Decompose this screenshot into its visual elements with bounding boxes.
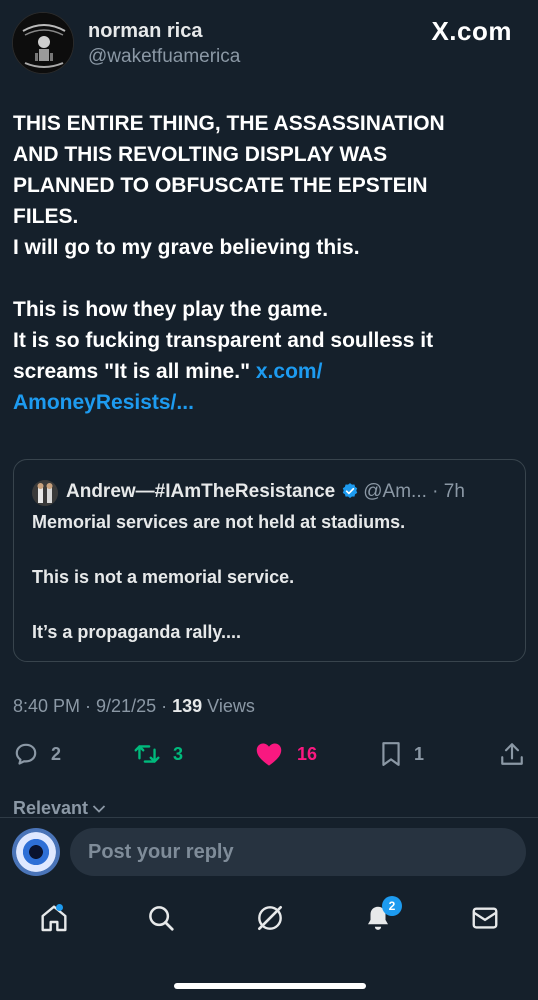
like-button[interactable]: 16 — [255, 736, 317, 772]
reply-button[interactable]: 2 — [13, 736, 61, 772]
nav-home[interactable] — [34, 900, 74, 940]
replies-sort-dropdown[interactable]: Relevant — [13, 798, 106, 819]
bookmark-button[interactable]: 1 — [380, 736, 424, 772]
unread-dot — [56, 904, 63, 911]
nav-notifications[interactable]: 2 — [358, 896, 402, 940]
author-name[interactable]: norman rica — [88, 20, 202, 43]
quoted-post[interactable]: Andrew—#IAmTheResistance @Am... · 7h Memo… — [13, 459, 526, 662]
divider — [0, 817, 538, 818]
post-line: THIS ENTIRE THING, THE ASSASSINATION — [13, 112, 445, 135]
sort-label: Relevant — [13, 798, 89, 818]
mail-icon — [470, 903, 500, 938]
nav-messages[interactable] — [465, 900, 505, 940]
repost-icon — [133, 741, 161, 767]
quoted-post-line: It’s a propaganda rally.... — [32, 622, 242, 642]
post-line: AND THIS REVOLTING DISPLAY WAS — [13, 143, 388, 166]
nav-grok[interactable] — [250, 900, 290, 940]
reply-count: 2 — [51, 743, 62, 764]
quoted-post-line: Memorial services are not held at stadiu… — [32, 512, 406, 532]
repost-count: 3 — [173, 743, 184, 764]
share-icon — [500, 741, 524, 767]
quoted-author-name[interactable]: Andrew—#IAmTheResistance — [66, 481, 335, 502]
heart-icon — [255, 741, 283, 767]
bottom-nav: 2 — [0, 890, 538, 950]
quoted-post-meta: @Am... · 7h — [363, 481, 465, 502]
reply-icon — [13, 741, 39, 767]
repost-button[interactable]: 3 — [133, 736, 183, 772]
home-indicator — [174, 983, 366, 989]
verified-badge-icon — [341, 482, 359, 506]
search-icon — [146, 903, 176, 938]
post-timestamp[interactable]: 8:40 PM · 9/21/25 · — [13, 696, 172, 716]
current-user-avatar[interactable] — [12, 828, 60, 876]
grok-icon — [254, 902, 286, 939]
post-line: This is how they play the game. — [13, 298, 329, 321]
post-line: PLANNED TO OBFUSCATE THE EPSTEIN — [13, 174, 428, 197]
post-line: I will go to my grave believing this. — [13, 236, 360, 259]
post-line: It is so fucking transparent and soulles… — [13, 329, 434, 352]
quoted-post-line: This is not a memorial service. — [32, 567, 295, 587]
x-logo: X.com — [431, 16, 512, 46]
nav-search[interactable] — [141, 900, 181, 940]
bookmark-count: 1 — [414, 743, 425, 764]
post-line: FILES. — [13, 205, 79, 228]
notifications-badge: 2 — [382, 896, 402, 916]
author-avatar[interactable] — [12, 12, 74, 74]
post-header: norman rica @waketfuamerica X.com — [0, 0, 538, 90]
home-icon — [38, 902, 70, 939]
post-timestamp-views: 8:40 PM · 9/21/25 · 139 Views — [13, 696, 255, 717]
author-handle[interactable]: @waketfuamerica — [88, 46, 240, 68]
reply-placeholder: Post your reply — [88, 841, 234, 863]
quoted-author-avatar[interactable] — [32, 480, 58, 506]
post-link[interactable]: AmoneyResists/... — [13, 391, 194, 414]
post-link[interactable]: x.com/ — [256, 360, 323, 383]
reply-composer: Post your reply — [0, 826, 538, 878]
post-actions: 2 3 16 1 — [0, 736, 538, 772]
post-body: THIS ENTIRE THING, THE ASSASSINATION AND… — [13, 108, 513, 418]
share-button[interactable] — [500, 736, 524, 772]
like-count: 16 — [297, 743, 318, 764]
reply-input[interactable]: Post your reply — [70, 828, 526, 876]
post-line: screams "It is all mine." — [13, 360, 256, 383]
chevron-down-icon — [92, 798, 106, 818]
bookmark-icon — [380, 741, 402, 767]
views-label: Views — [202, 696, 255, 716]
quoted-post-header: Andrew—#IAmTheResistance @Am... · 7h — [66, 481, 465, 506]
views-count: 139 — [172, 696, 203, 716]
